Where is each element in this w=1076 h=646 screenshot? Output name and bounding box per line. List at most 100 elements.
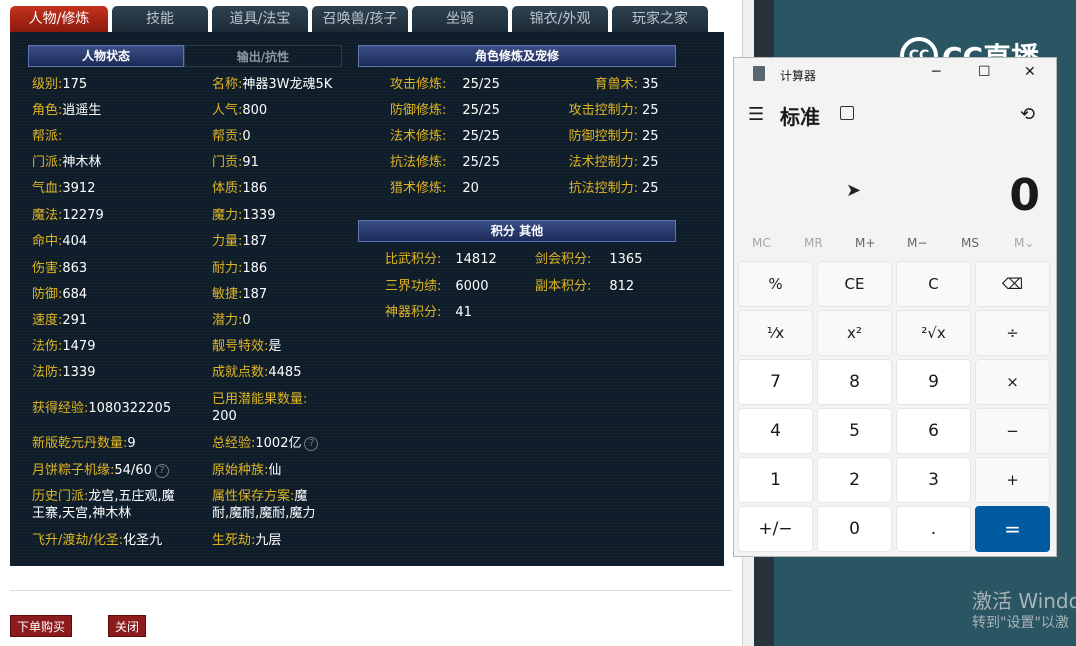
hamburger-menu-icon[interactable]: ☰ <box>748 104 764 125</box>
calculator-display: 0 <box>1009 170 1040 221</box>
history-row: 历史门派:龙宫,五庄观,魔 王寨,天宫,神木林 <box>32 488 208 522</box>
stat-row: 体质:186 <box>212 180 267 197</box>
cultivation-header: 角色修炼及宠修 <box>358 45 676 67</box>
memory-clear-button[interactable]: MC <box>752 236 771 250</box>
stat-value: 0 <box>242 313 251 328</box>
help-icon[interactable]: ? <box>154 463 169 478</box>
activate-windows-hint: 转到"设置"以激 <box>972 615 1069 631</box>
clear-button[interactable]: C <box>896 261 971 307</box>
stat-value: 1339 <box>62 365 96 380</box>
memory-recall-button[interactable]: MR <box>804 236 823 250</box>
stat-label: 属性保存方案: <box>212 489 295 504</box>
cultivation-row: 法术控制力: 25 <box>568 155 659 170</box>
stat-row: 法防:1339 <box>32 364 95 381</box>
stat-row: 速度:291 <box>32 312 87 329</box>
stat-label: 耐力: <box>212 261 243 276</box>
percent-button[interactable]: % <box>738 261 813 307</box>
tab-summons[interactable]: 召唤兽/孩子 <box>312 6 408 32</box>
activate-windows-title: 激活 Windo <box>972 589 1076 613</box>
equals-button[interactable]: = <box>975 506 1050 552</box>
character-panel: 人物状态 输出/抗性 级别:175 角色:逍遥生 帮派: 门派:神木林 气血:3… <box>10 32 724 566</box>
memory-list-button[interactable]: M⌄ <box>1014 236 1034 250</box>
cultivation-row: 防御控制力: 25 <box>568 129 659 144</box>
digit-3-button[interactable]: 3 <box>896 457 971 503</box>
stat-label: 防御: <box>32 287 63 302</box>
stat-value: 1479 <box>62 339 96 354</box>
square-button[interactable]: x² <box>817 310 892 356</box>
status-header[interactable]: 人物状态 <box>28 45 184 67</box>
tab-bar: 人物/修炼 技能 道具/法宝 召唤兽/孩子 坐骑 锦衣/外观 玩家之家 <box>10 6 712 32</box>
digit-2-button[interactable]: 2 <box>817 457 892 503</box>
backspace-button[interactable]: ⌫ <box>975 261 1050 307</box>
stat-value: 化圣九 <box>123 533 163 548</box>
stat-label: 体质: <box>212 181 243 196</box>
stat-value: 12279 <box>62 208 104 223</box>
stat-label: 角色: <box>32 103 63 118</box>
stat-value: 187 <box>242 287 268 302</box>
decimal-button[interactable]: . <box>896 506 971 552</box>
digit-8-button[interactable]: 8 <box>817 359 892 405</box>
stat-value: 耐,魔耐,魔耐,魔力 <box>212 506 316 521</box>
keep-on-top-icon[interactable] <box>840 106 854 120</box>
clear-entry-button[interactable]: CE <box>817 261 892 307</box>
stat-row: 力量:187 <box>212 233 267 250</box>
points-row: 三界功绩: 6000 <box>385 279 489 294</box>
minimize-icon[interactable]: ─ <box>932 64 940 80</box>
stat-label: 新版乾元丹数量: <box>32 436 128 451</box>
history-icon[interactable]: ⟲ <box>1020 104 1035 125</box>
subtract-button[interactable]: − <box>975 408 1050 454</box>
cultivation-row: 抗法修炼: 25/25 <box>390 155 500 170</box>
stat-row: 防御:684 <box>32 286 87 303</box>
digit-7-button[interactable]: 7 <box>738 359 813 405</box>
attr-save-row: 属性保存方案:魔 耐,魔耐,魔耐,魔力 <box>212 488 342 522</box>
stat-label: 名称: <box>212 77 243 92</box>
tab-outfit[interactable]: 锦衣/外观 <box>512 6 608 32</box>
stat-value: 1080322205 <box>88 401 172 416</box>
stat-row: 门派:神木林 <box>32 154 101 171</box>
reciprocal-button[interactable]: ¹⁄x <box>738 310 813 356</box>
negate-button[interactable]: +/− <box>738 506 813 552</box>
stat-row: 成就点数:4485 <box>212 364 301 381</box>
square-root-button[interactable]: ²√x <box>896 310 971 356</box>
help-icon[interactable]: ? <box>304 436 319 451</box>
stat-row: 魔法:12279 <box>32 207 104 224</box>
close-button[interactable]: 关闭 <box>108 615 146 637</box>
stat-value: 291 <box>62 313 88 328</box>
stat-label: 命中: <box>32 234 63 249</box>
digit-9-button[interactable]: 9 <box>896 359 971 405</box>
points-header: 积分 其他 <box>358 220 676 242</box>
add-button[interactable]: + <box>975 457 1050 503</box>
tab-home[interactable]: 玩家之家 <box>612 6 708 32</box>
points-row: 比武积分: 14812 <box>385 252 497 267</box>
digit-5-button[interactable]: 5 <box>817 408 892 454</box>
digit-6-button[interactable]: 6 <box>896 408 971 454</box>
points-row: 神器积分: 41 <box>385 305 472 320</box>
digit-4-button[interactable]: 4 <box>738 408 813 454</box>
output-resist-tab[interactable]: 输出/抗性 <box>184 45 342 67</box>
tab-mount[interactable]: 坐骑 <box>412 6 508 32</box>
close-icon[interactable]: ✕ <box>1024 64 1036 80</box>
stat-label: 门派: <box>32 155 63 170</box>
cultivation-row: 攻击修炼: 25/25 <box>390 77 500 92</box>
cultivation-row: 猎术修炼: 20 <box>390 181 479 196</box>
digit-0-button[interactable]: 0 <box>817 506 892 552</box>
tab-items[interactable]: 道具/法宝 <box>212 6 308 32</box>
memory-store-button[interactable]: MS <box>961 236 979 250</box>
stat-label: 潜力: <box>212 313 243 328</box>
maximize-icon[interactable]: ☐ <box>978 64 991 80</box>
stat-value: 神器3W龙魂5K <box>242 77 333 92</box>
stat-row: 潜力:0 <box>212 312 251 329</box>
memory-subtract-button[interactable]: M− <box>907 236 927 250</box>
memory-add-button[interactable]: M+ <box>855 236 875 250</box>
multiply-button[interactable]: × <box>975 359 1050 405</box>
stat-value: 200 <box>212 409 237 424</box>
divide-button[interactable]: ÷ <box>975 310 1050 356</box>
stat-row: 气血:3912 <box>32 180 95 197</box>
cultivation-row: 法术修炼: 25/25 <box>390 129 500 144</box>
digit-1-button[interactable]: 1 <box>738 457 813 503</box>
tab-skills[interactable]: 技能 <box>112 6 208 32</box>
tab-character[interactable]: 人物/修炼 <box>10 6 108 32</box>
stat-value: 仙 <box>268 463 282 478</box>
stat-row: 靓号特效:是 <box>212 338 281 355</box>
buy-button[interactable]: 下单购买 <box>10 615 72 637</box>
